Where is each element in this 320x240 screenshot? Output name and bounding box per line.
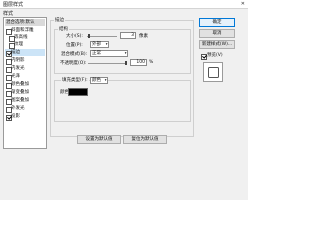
opacity-input[interactable]: 100 (130, 59, 147, 66)
style-item-label: 混合选项:默认 (6, 20, 35, 25)
styles-title: 样式 (3, 11, 14, 17)
style-list: 混合选项:默认 斜面和浮雕 等高线 纹理 描边 内阴影 内发光 光泽 颜色叠加 … (3, 17, 47, 149)
position-select[interactable]: 外部 ▾ (90, 41, 109, 48)
style-item-label: 内发光 (11, 66, 25, 71)
chevron-down-icon: ▾ (105, 42, 108, 46)
position-label: 位置(P): (66, 43, 83, 48)
opacity-unit: % (149, 60, 154, 65)
chevron-down-icon: ▾ (124, 51, 127, 55)
set-default-button[interactable]: 设置为默认值 (77, 135, 121, 144)
fill-type-group (54, 80, 191, 122)
style-item-label: 光泽 (11, 74, 20, 79)
style-item-label: 颜色叠加 (11, 82, 29, 87)
style-item-stroke[interactable]: 描边 (5, 49, 45, 57)
style-item-label: 纹理 (14, 42, 23, 47)
size-slider-thumb[interactable] (88, 34, 90, 38)
close-icon[interactable]: ✕ (241, 1, 245, 7)
ok-button[interactable]: 确定 (199, 18, 235, 27)
opacity-label: 不透明度(O): (60, 61, 87, 66)
size-input[interactable]: 3 (120, 32, 136, 39)
style-item-satin[interactable]: 光泽 (5, 73, 45, 81)
style-item-label: 图案叠加 (11, 98, 29, 103)
style-item-inner-glow[interactable]: 内发光 (5, 65, 45, 73)
style-item-pattern-overlay[interactable]: 图案叠加 (5, 97, 45, 105)
title-bar: 图层样式 ✕ (0, 0, 248, 9)
style-item-bevel-emboss[interactable]: 斜面和浮雕 (5, 27, 45, 35)
size-unit: 像素 (139, 34, 148, 39)
style-item-label: 等高线 (14, 35, 28, 40)
style-preview (203, 62, 223, 82)
structure-group-title: 结构 (58, 26, 69, 32)
blend-mode-select[interactable]: 正常 ▾ (90, 50, 128, 57)
style-item-label: 内阴影 (11, 58, 25, 63)
preview-toggle[interactable]: 预览(V) (201, 52, 233, 60)
reset-default-button[interactable]: 复位为默认值 (123, 135, 167, 144)
fill-type-select[interactable]: 颜色 ▾ (90, 77, 108, 84)
blend-mode-label: 混合模式(B): (61, 52, 88, 57)
opacity-slider[interactable] (88, 63, 126, 64)
style-preview-swatch (208, 67, 219, 78)
cancel-button[interactable]: 取消 (199, 29, 235, 38)
style-item-gradient-overlay[interactable]: 渐变叠加 (5, 89, 45, 97)
fill-type-label: 填充类型(F): (61, 77, 89, 83)
size-slider[interactable] (87, 36, 117, 37)
window-title: 图层样式 (3, 2, 24, 8)
preview-label: 预览(V) (207, 53, 223, 58)
style-item-color-overlay[interactable]: 颜色叠加 (5, 81, 45, 89)
stroke-color-swatch[interactable] (68, 88, 88, 96)
stroke-group-title: 描边 (54, 17, 65, 23)
style-item-label: 投影 (11, 114, 20, 119)
style-item-inner-shadow[interactable]: 内阴影 (5, 57, 45, 65)
style-item-outer-glow[interactable]: 外发光 (5, 105, 45, 113)
size-label: 大小(S): (66, 34, 83, 39)
style-item-label: 斜面和浮雕 (11, 28, 34, 33)
style-item-label: 渐变叠加 (11, 90, 29, 95)
style-item-contour[interactable]: 等高线 (5, 34, 45, 42)
style-item-texture[interactable]: 纹理 (5, 41, 45, 49)
style-item-label: 描边 (11, 50, 20, 55)
style-item-blending-options[interactable]: 混合选项:默认 (5, 19, 45, 26)
opacity-slider-thumb[interactable] (125, 61, 127, 65)
new-style-button[interactable]: 新建样式(W)... (199, 40, 235, 49)
style-item-label: 外发光 (11, 106, 25, 111)
style-item-drop-shadow[interactable]: 投影 (5, 113, 45, 121)
layer-style-dialog: 图层样式 ✕ 样式 混合选项:默认 斜面和浮雕 等高线 纹理 描边 内阴影 内发… (0, 0, 248, 200)
chevron-down-icon: ▾ (104, 78, 107, 82)
